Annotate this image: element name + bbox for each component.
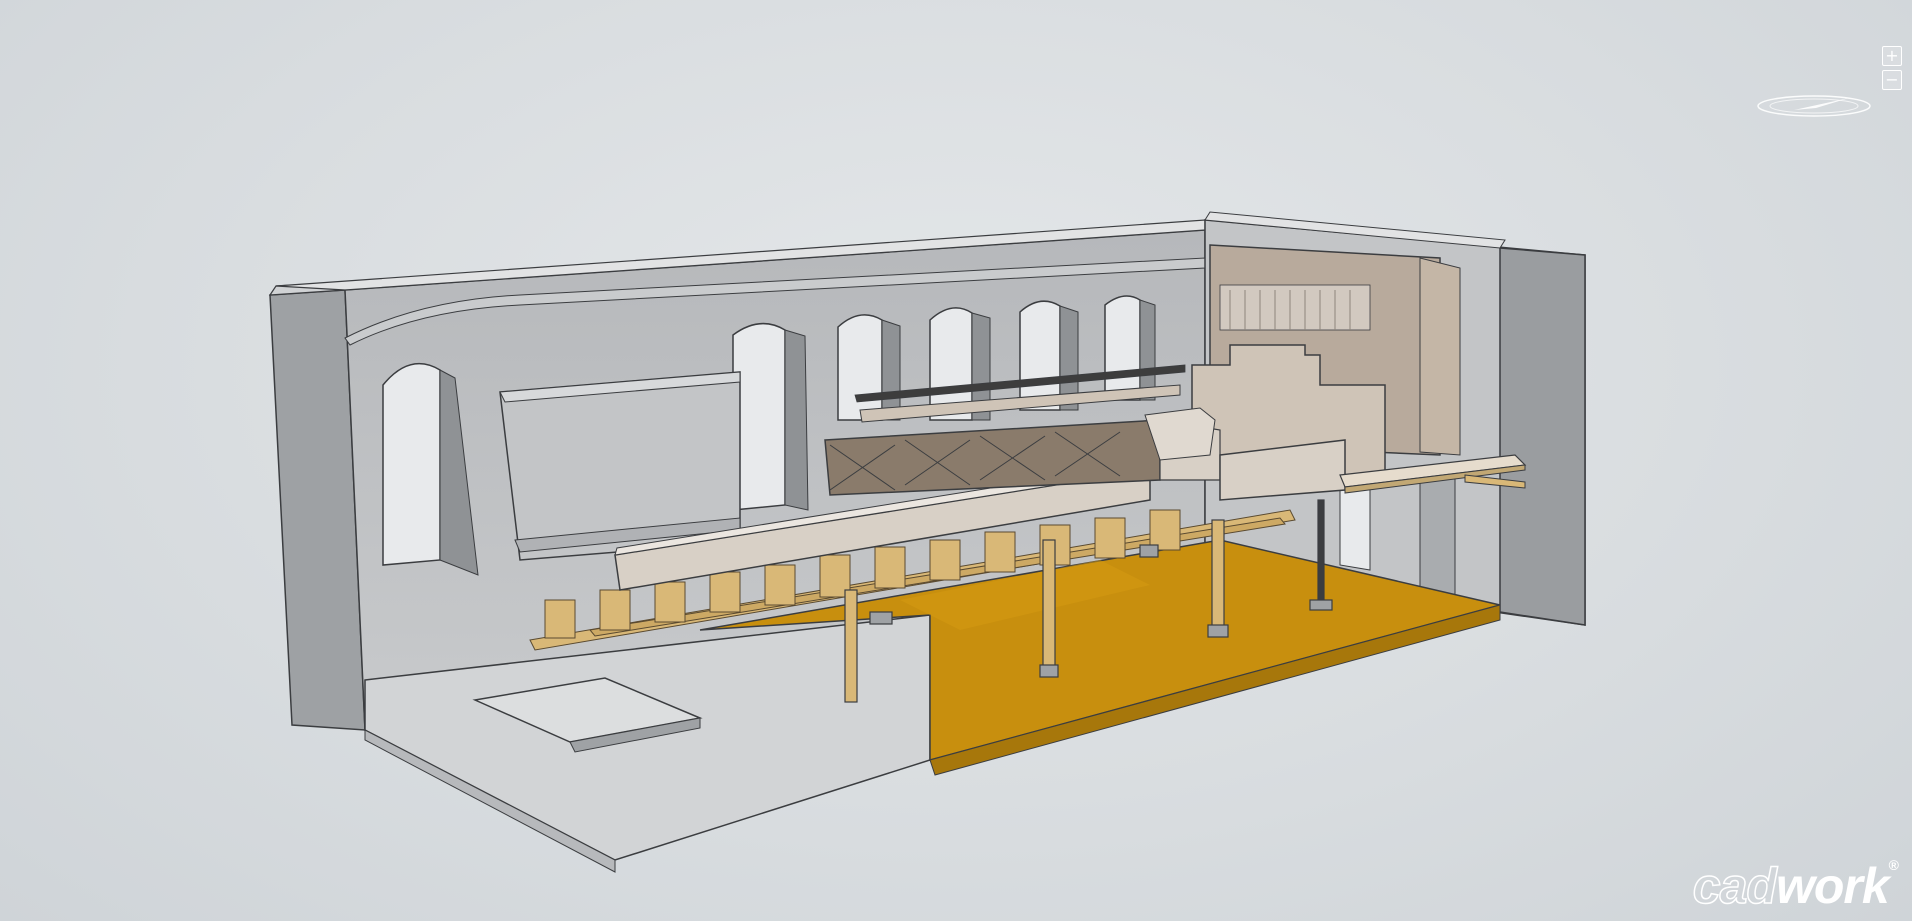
zoom-controls: + − [1882,46,1902,90]
logo-registered-mark: ® [1888,857,1899,873]
zoom-in-button[interactable]: + [1882,46,1902,66]
compass-icon[interactable] [1754,88,1874,124]
3d-viewport[interactable] [0,0,1912,921]
cadwork-logo: cadwork® [1692,857,1899,915]
logo-text-work: work [1775,858,1890,914]
fireplace-block [499,371,741,561]
end-wall-panel [1191,244,1461,476]
zoom-out-button[interactable]: − [1882,70,1902,90]
building-model [268,211,1586,873]
logo-text-cad: cad [1692,857,1778,915]
